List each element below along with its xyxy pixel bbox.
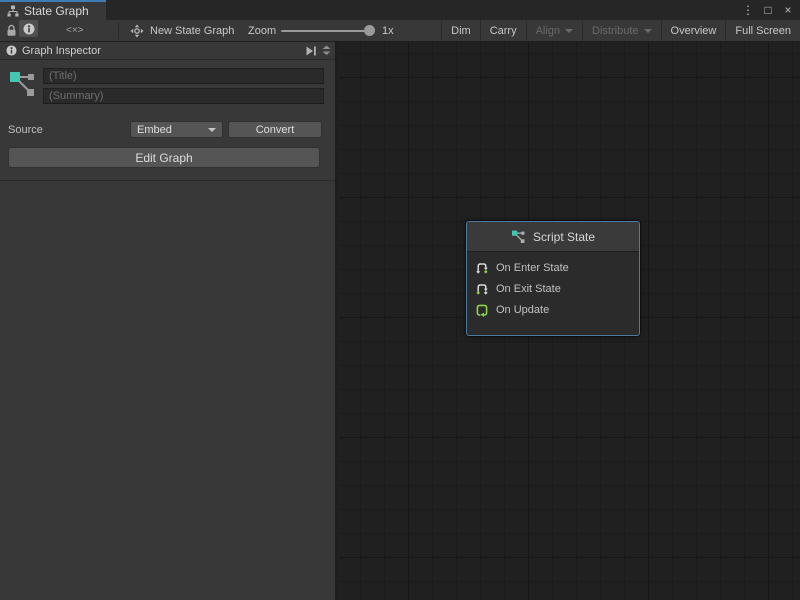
source-label: Source (8, 124, 43, 136)
source-dropdown[interactable]: Embed (130, 121, 223, 138)
align-dropdown[interactable]: Align (526, 20, 582, 41)
script-state-node-header[interactable]: Script State (467, 222, 639, 252)
distribute-dropdown[interactable]: Distribute (582, 20, 660, 41)
info-icon (23, 23, 35, 35)
node-row-on-update[interactable]: On Update (467, 299, 639, 320)
title-input[interactable] (43, 68, 324, 84)
chevron-down-icon (208, 128, 216, 132)
info-icon (6, 45, 17, 56)
tab-label: State Graph (24, 4, 89, 18)
panel-title: Graph Inspector (22, 45, 101, 57)
graph-info-section: Source Embed Convert Edit Graph (0, 60, 335, 181)
toolbar-divider (118, 22, 119, 39)
window-controls: ⋮ □ × (740, 0, 796, 20)
graph-inspector-panel: Graph Inspector Source Embed (0, 42, 337, 600)
overview-button[interactable]: Overview (661, 20, 726, 41)
zoom-slider-track[interactable] (281, 30, 374, 32)
code-view-button[interactable]: <×> (66, 20, 84, 41)
full-screen-button[interactable]: Full Screen (725, 20, 800, 41)
new-state-graph-label: New State Graph (150, 25, 234, 37)
inspector-toggle-button[interactable] (19, 20, 38, 37)
code-icon: <×> (66, 25, 84, 36)
close-icon[interactable]: × (780, 3, 796, 17)
toolbar: <×> New State Graph Zoom 1x Dim (0, 20, 800, 42)
node-row-on-enter-state[interactable]: On Enter State (467, 257, 639, 278)
chevron-down-icon (644, 29, 652, 33)
graph-inspector-header: Graph Inspector (0, 42, 335, 60)
summary-input[interactable] (43, 88, 324, 104)
source-dropdown-value: Embed (137, 124, 172, 136)
convert-button[interactable]: Convert (228, 121, 322, 138)
node-title: Script State (533, 230, 595, 244)
zoom-value: 1x (382, 20, 394, 41)
dock-inspector-icon[interactable] (305, 46, 317, 56)
graph-tab-icon (7, 5, 19, 17)
edit-graph-button[interactable]: Edit Graph (8, 147, 320, 168)
graph-asset-icon (9, 69, 36, 98)
new-state-graph-button[interactable]: New State Graph (130, 20, 234, 41)
maximize-icon[interactable]: □ (760, 3, 776, 17)
script-state-node-body: On Enter State On Exit State (467, 252, 639, 320)
enter-state-icon (475, 261, 489, 275)
tab-state-graph[interactable]: State Graph (0, 0, 106, 20)
spinner-arrows-icon[interactable] (322, 45, 331, 56)
lock-button[interactable] (6, 20, 17, 41)
chevron-down-icon (565, 29, 573, 33)
window-menu-icon[interactable]: ⋮ (740, 3, 756, 17)
graph-canvas[interactable]: Script State On Enter State (339, 42, 800, 600)
zoom-label: Zoom (248, 20, 276, 41)
lock-icon (6, 24, 17, 37)
toolbar-right-group: Dim Carry Align Distribute Overview Full… (441, 20, 800, 41)
exit-state-icon (475, 282, 489, 296)
dim-button[interactable]: Dim (441, 20, 480, 41)
zoom-slider-knob[interactable] (364, 25, 375, 36)
carry-button[interactable]: Carry (480, 20, 526, 41)
state-graph-window: State Graph ⋮ □ × <×> (0, 0, 800, 600)
inspector-empty-area (0, 181, 335, 600)
titlebar: State Graph ⋮ □ × (0, 0, 800, 20)
graph-asset-icon (511, 229, 526, 244)
state-graph-asset-icon (130, 24, 144, 38)
script-state-node[interactable]: Script State On Enter State (466, 221, 640, 336)
update-loop-icon (475, 303, 489, 317)
node-row-on-exit-state[interactable]: On Exit State (467, 278, 639, 299)
